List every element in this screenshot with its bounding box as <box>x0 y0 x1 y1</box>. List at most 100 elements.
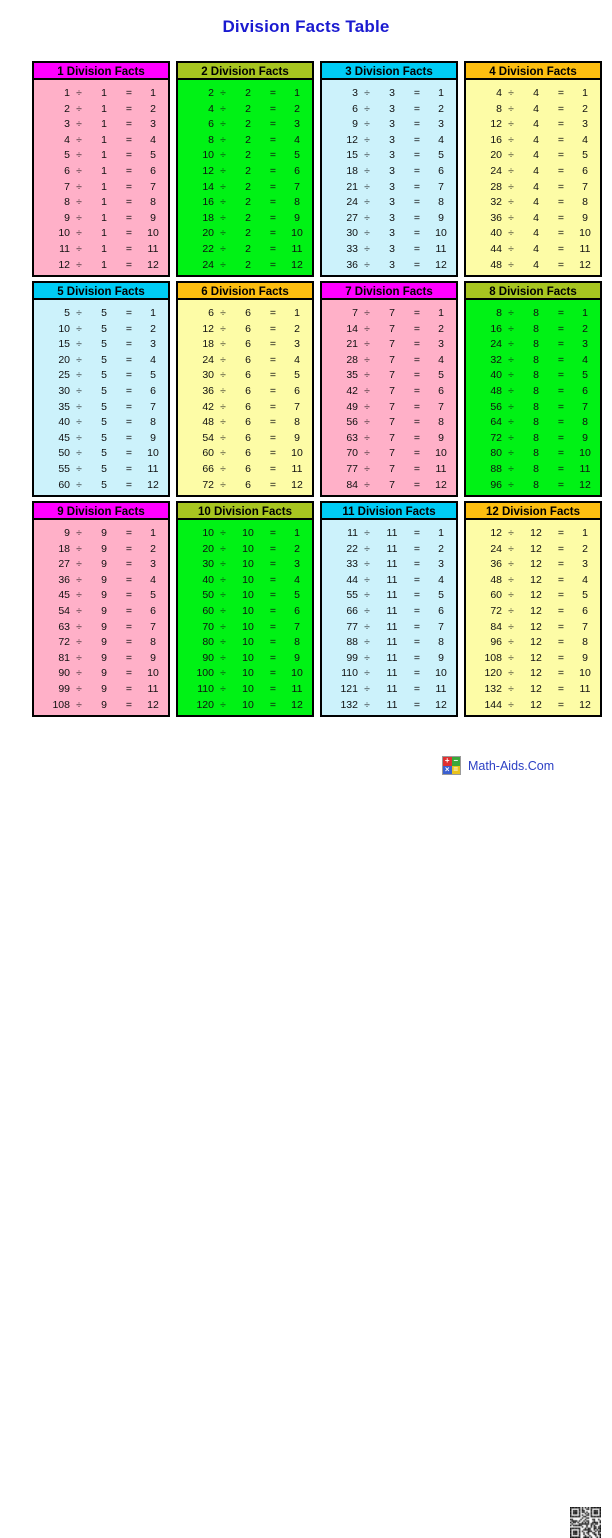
fact-dividend: 2 <box>64 102 70 115</box>
fact-row: 9 ÷ 3 = 3 <box>322 117 456 133</box>
fact-eq: = <box>413 558 421 571</box>
fact-op: ÷ <box>508 604 514 617</box>
fact-eq: = <box>557 149 565 162</box>
fact-quotient: 8 <box>294 196 300 209</box>
brand-name[interactable]: Math-Aids.Com <box>468 759 554 773</box>
fact-row: 8 ÷ 1 = 8 <box>34 195 168 211</box>
fact-row: 18 ÷ 9 = 2 <box>34 542 168 558</box>
fact-quotient: 10 <box>147 447 159 460</box>
fact-divisor: 7 <box>389 353 395 366</box>
fact-block-11: 11 Division Facts 11 ÷ 11 = 1 22 ÷ 11 = 2 33 ÷ 11 = 3 44… <box>317 501 461 721</box>
fact-divisor: 5 <box>101 478 107 491</box>
fact-eq: = <box>413 589 421 602</box>
fact-row: 22 ÷ 11 = 2 <box>322 542 456 558</box>
fact-divisor: 3 <box>389 133 395 146</box>
fact-dividend: 132 <box>484 682 502 695</box>
fact-op: ÷ <box>76 307 82 319</box>
fact-row: 33 ÷ 11 = 3 <box>322 557 456 573</box>
fact-dividend: 36 <box>490 558 502 571</box>
fact-row: 144 ÷ 12 = 12 <box>466 698 600 714</box>
fact-dividend: 36 <box>490 211 502 224</box>
fact-row: 8 ÷ 4 = 2 <box>466 102 600 118</box>
fact-dividend: 4 <box>208 102 214 115</box>
fact-op: ÷ <box>364 478 370 491</box>
fact-row: 30 ÷ 10 = 3 <box>178 557 312 573</box>
fact-divisor: 4 <box>533 133 539 146</box>
fact-row: 120 ÷ 10 = 12 <box>178 698 312 714</box>
fact-eq: = <box>557 447 565 460</box>
fact-eq: = <box>269 353 277 366</box>
fact-row: 50 ÷ 5 = 10 <box>34 446 168 462</box>
fact-dividend: 18 <box>202 211 214 224</box>
fact-row: 35 ÷ 7 = 5 <box>322 368 456 384</box>
fact-quotient: 10 <box>435 447 447 460</box>
fact-eq: = <box>413 164 421 177</box>
fact-dividend: 21 <box>346 180 358 193</box>
fact-row: 54 ÷ 9 = 6 <box>34 604 168 620</box>
fact-op: ÷ <box>508 682 514 695</box>
fact-quotient: 4 <box>582 573 588 586</box>
fact-op: ÷ <box>364 431 370 444</box>
fact-eq: = <box>557 211 565 224</box>
fact-divisor: 3 <box>389 227 395 240</box>
fact-quotient: 5 <box>582 369 588 382</box>
fact-dividend: 24 <box>490 164 502 177</box>
fact-dividend: 24 <box>202 258 214 271</box>
fact-op: ÷ <box>220 227 226 240</box>
fact-eq: = <box>269 682 277 695</box>
fact-row: 20 ÷ 5 = 4 <box>34 353 168 369</box>
fact-op: ÷ <box>76 384 82 397</box>
fact-dividend: 66 <box>346 604 358 617</box>
fact-op: ÷ <box>508 196 514 209</box>
fact-quotient: 9 <box>582 651 588 664</box>
fact-dividend: 36 <box>346 258 358 271</box>
fact-op: ÷ <box>76 573 82 586</box>
fact-op: ÷ <box>220 133 226 146</box>
fact-dividend: 8 <box>208 133 214 146</box>
fact-divisor: 2 <box>245 227 251 240</box>
fact-op: ÷ <box>220 558 226 571</box>
fact-row: 70 ÷ 10 = 7 <box>178 620 312 636</box>
fact-divisor: 12 <box>530 573 542 586</box>
fact-dividend: 45 <box>58 589 70 602</box>
fact-divisor: 4 <box>533 227 539 240</box>
fact-eq: = <box>269 149 277 162</box>
fact-quotient: 5 <box>438 149 444 162</box>
fact-block-header: 9 Division Facts <box>32 501 170 520</box>
fact-divisor: 11 <box>386 604 398 617</box>
fact-quotient: 9 <box>150 211 156 224</box>
fact-divisor: 8 <box>533 338 539 351</box>
fact-op: ÷ <box>220 542 226 555</box>
fact-op: ÷ <box>76 636 82 649</box>
fact-divisor: 4 <box>533 149 539 162</box>
fact-dividend: 14 <box>202 180 214 193</box>
fact-op: ÷ <box>220 384 226 397</box>
fact-quotient: 1 <box>438 307 444 319</box>
fact-eq: = <box>557 478 565 491</box>
fact-row: 56 ÷ 7 = 8 <box>322 415 456 431</box>
fact-divisor: 9 <box>101 636 107 649</box>
fact-dividend: 36 <box>202 384 214 397</box>
fact-eq: = <box>269 133 277 146</box>
fact-op: ÷ <box>364 338 370 351</box>
fact-quotient: 1 <box>150 87 156 99</box>
fact-op: ÷ <box>364 196 370 209</box>
fact-row: 64 ÷ 8 = 8 <box>466 415 600 431</box>
fact-eq: = <box>269 87 277 99</box>
fact-row: 6 ÷ 2 = 3 <box>178 117 312 133</box>
fact-row: 24 ÷ 6 = 4 <box>178 353 312 369</box>
fact-dividend: 28 <box>490 180 502 193</box>
fact-divisor: 9 <box>101 651 107 664</box>
fact-dividend: 54 <box>202 431 214 444</box>
fact-row: 18 ÷ 6 = 3 <box>178 337 312 353</box>
fact-row: 63 ÷ 9 = 7 <box>34 620 168 636</box>
fact-divisor: 8 <box>533 416 539 429</box>
fact-eq: = <box>557 258 565 271</box>
fact-row: 4 ÷ 1 = 4 <box>34 133 168 149</box>
fact-dividend: 72 <box>490 431 502 444</box>
fact-divisor: 6 <box>245 478 251 491</box>
brand[interactable]: + − × = Math-Aids.Com <box>442 756 554 775</box>
fact-eq: = <box>557 431 565 444</box>
fact-divisor: 7 <box>389 431 395 444</box>
fact-op: ÷ <box>76 353 82 366</box>
